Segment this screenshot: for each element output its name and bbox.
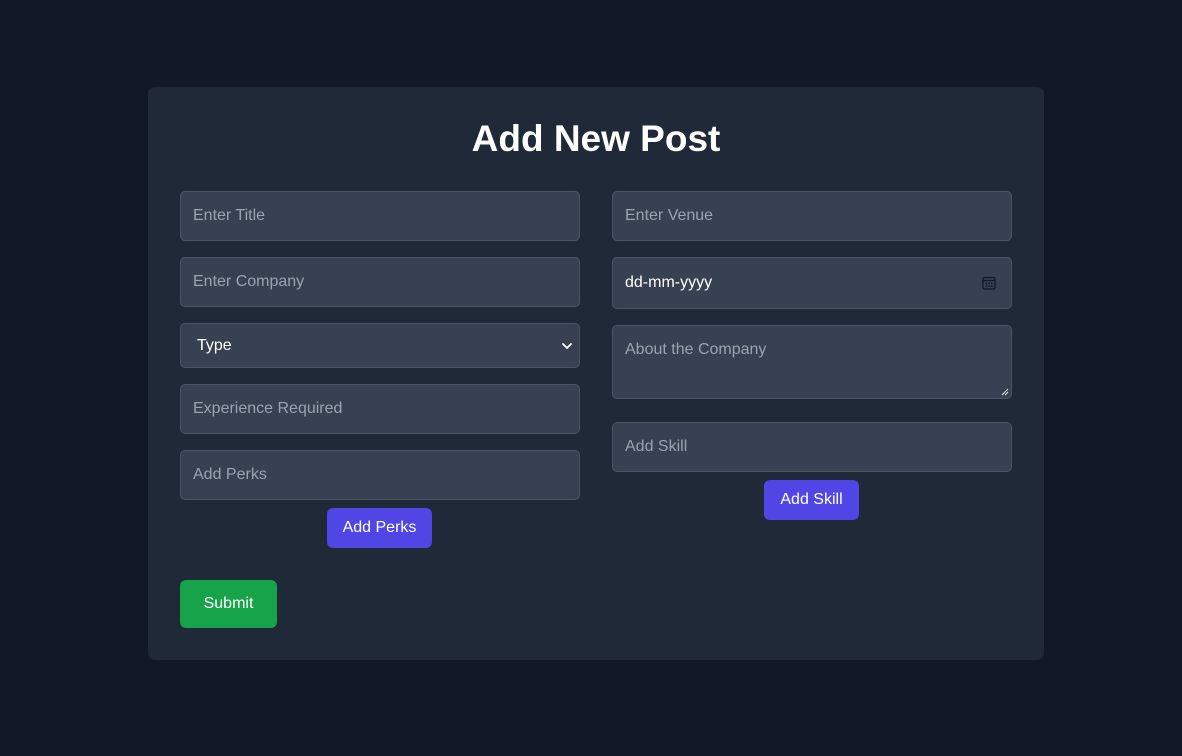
add-skill-button[interactable]: Add Skill xyxy=(764,480,859,520)
company-input-placeholder: Enter Company xyxy=(193,273,305,290)
experience-input-placeholder: Experience Required xyxy=(193,400,343,417)
perks-input-placeholder: Add Perks xyxy=(193,466,267,483)
add-perks-button[interactable]: Add Perks xyxy=(327,508,432,548)
resize-handle-icon[interactable] xyxy=(1001,388,1009,396)
submit-button[interactable]: Submit xyxy=(180,580,277,628)
about-company-textarea[interactable]: About the Company xyxy=(612,325,1012,399)
venue-input[interactable]: Enter Venue xyxy=(612,191,1012,241)
page-title: Add New Post xyxy=(471,118,721,159)
perks-input[interactable]: Add Perks xyxy=(180,450,580,500)
add-post-card: Add New Post Enter Title Enter Company T… xyxy=(148,87,1044,660)
title-input-placeholder: Enter Title xyxy=(193,207,266,224)
date-input-value: dd-mm-yyyy xyxy=(625,274,713,291)
title-input[interactable]: Enter Title xyxy=(180,191,580,241)
company-input[interactable]: Enter Company xyxy=(180,257,580,307)
experience-input[interactable]: Experience Required xyxy=(180,384,580,434)
date-input[interactable]: dd-mm-yyyy xyxy=(612,257,1012,309)
type-select[interactable]: Type xyxy=(180,323,580,368)
type-select-value: Type xyxy=(197,336,232,354)
calendar-icon[interactable] xyxy=(982,276,996,290)
skill-input[interactable]: Add Skill xyxy=(612,422,1012,472)
chevron-down-icon xyxy=(562,342,572,349)
about-company-placeholder: About the Company xyxy=(625,341,767,358)
venue-input-placeholder: Enter Venue xyxy=(625,207,714,224)
skill-input-placeholder: Add Skill xyxy=(625,438,688,455)
